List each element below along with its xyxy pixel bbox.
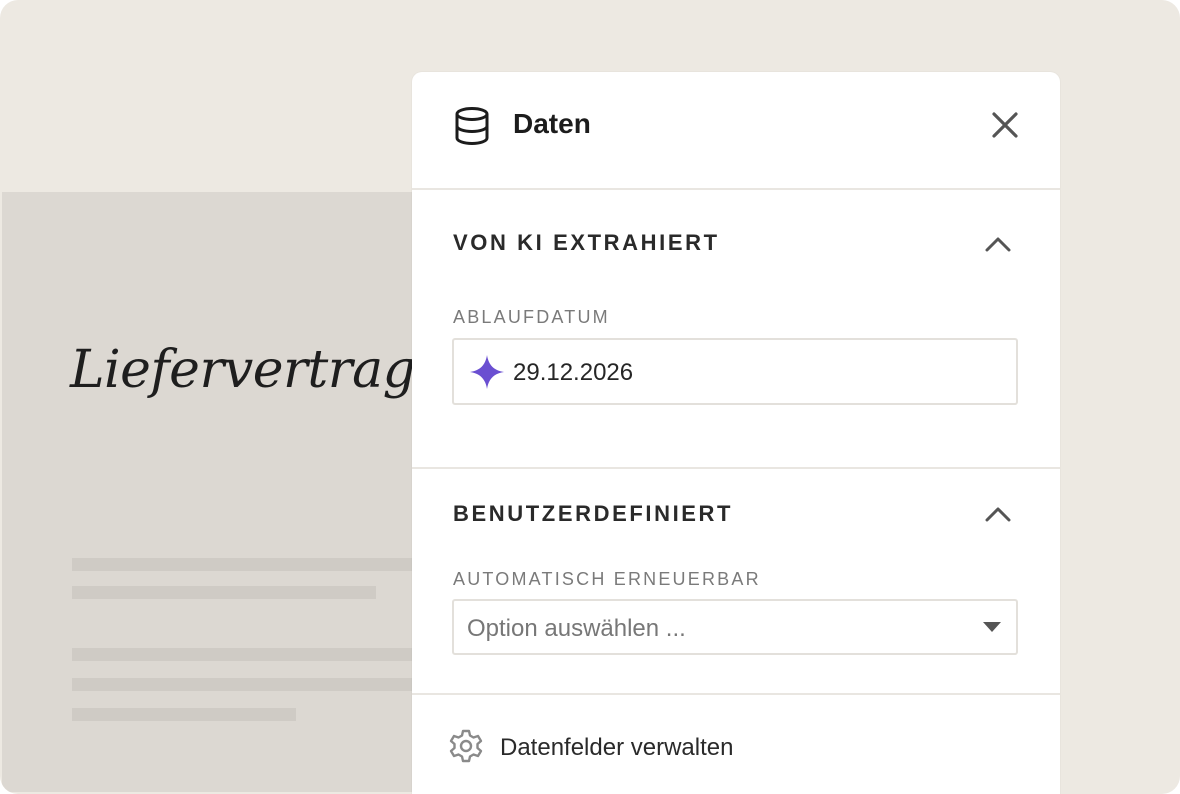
document-text-line [72, 648, 412, 661]
document-text-line [72, 708, 296, 721]
document-title: Liefervertrag [70, 340, 416, 400]
database-icon [455, 107, 489, 146]
document-text-line [72, 586, 376, 599]
document-preview [2, 192, 442, 792]
panel-header: Daten [412, 72, 1060, 190]
manage-data-fields-label: Datenfelder verwalten [500, 734, 734, 761]
field-label-expiry-date: ABLAUFDATUM [453, 307, 610, 327]
section-title-ai-extracted: VON KI EXTRAHIERT [453, 230, 720, 255]
expiry-date-field[interactable]: 29.12.2026 [452, 338, 1018, 405]
document-text-line [72, 678, 412, 691]
section-divider [412, 467, 1060, 469]
expiry-date-value: 29.12.2026 [513, 359, 634, 386]
manage-data-fields-link[interactable]: Datenfelder verwalten [448, 728, 778, 768]
app-frame: Liefervertrag Daten VON KI EXTRAHIERT AB… [0, 0, 1180, 794]
section-title-custom: BENUTZERDEFINIERT [453, 501, 734, 526]
chevron-up-icon[interactable] [982, 232, 1014, 256]
close-icon[interactable] [988, 108, 1022, 142]
data-panel: Daten VON KI EXTRAHIERT ABLAUFDATUM 29.1… [412, 72, 1060, 794]
document-text-line [72, 558, 412, 571]
select-placeholder: Option auswählen ... [467, 615, 686, 642]
panel-title: Daten [513, 108, 591, 139]
chevron-up-icon[interactable] [982, 502, 1014, 526]
auto-renewal-select[interactable]: Option auswählen ... [452, 599, 1018, 655]
sparkle-icon [470, 355, 504, 389]
caret-down-icon [983, 622, 1001, 632]
section-divider [412, 693, 1060, 695]
field-label-auto-renewal: AUTOMATISCH ERNEUERBAR [453, 569, 761, 589]
gear-icon [449, 729, 483, 763]
